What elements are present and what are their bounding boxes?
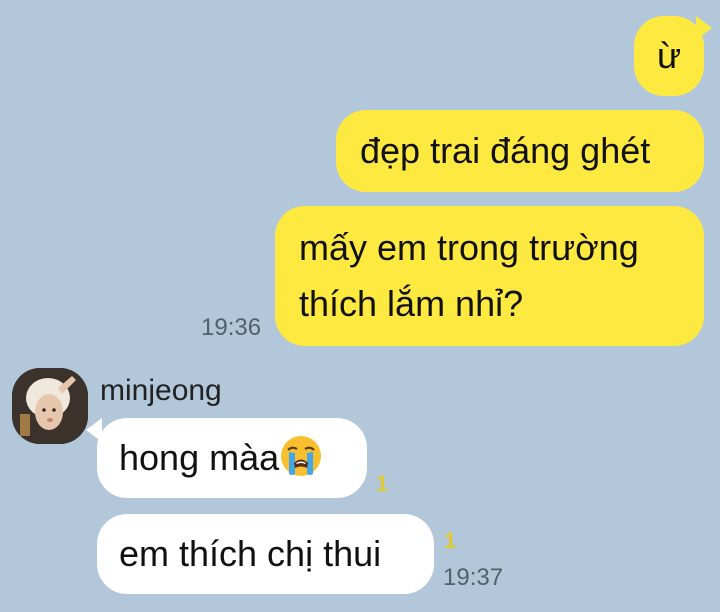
unread-count: 1 xyxy=(376,471,389,496)
bubble-tail xyxy=(696,16,712,40)
outgoing-message-bubble[interactable]: ừ xyxy=(634,16,704,96)
incoming-message-bubble[interactable]: em thích chị thui xyxy=(97,514,434,594)
message-text: em thích chị thui xyxy=(119,533,382,574)
avatar[interactable] xyxy=(12,368,88,444)
outgoing-message-bubble[interactable]: mấy em trong trường thích lắm nhỉ? xyxy=(275,206,704,346)
message-timestamp: 19:36 xyxy=(201,314,262,341)
outgoing-message-bubble[interactable]: đẹp trai đáng ghét xyxy=(336,110,704,192)
sender-name: minjeong xyxy=(100,374,222,407)
loudly-crying-face-icon xyxy=(279,434,323,478)
avatar-photo xyxy=(12,368,88,444)
message-timestamp: 19:37 xyxy=(443,564,504,591)
message-text: đẹp trai đáng ghét xyxy=(360,130,651,171)
message-text: hong màa xyxy=(119,437,280,478)
message-text: ừ xyxy=(656,35,682,76)
message-text-line: thích lắm nhỉ? xyxy=(299,283,524,324)
message-text-line: mấy em trong trường xyxy=(299,227,639,268)
incoming-message-bubble[interactable]: hong màa xyxy=(97,418,367,498)
unread-count: 1 xyxy=(444,528,457,553)
